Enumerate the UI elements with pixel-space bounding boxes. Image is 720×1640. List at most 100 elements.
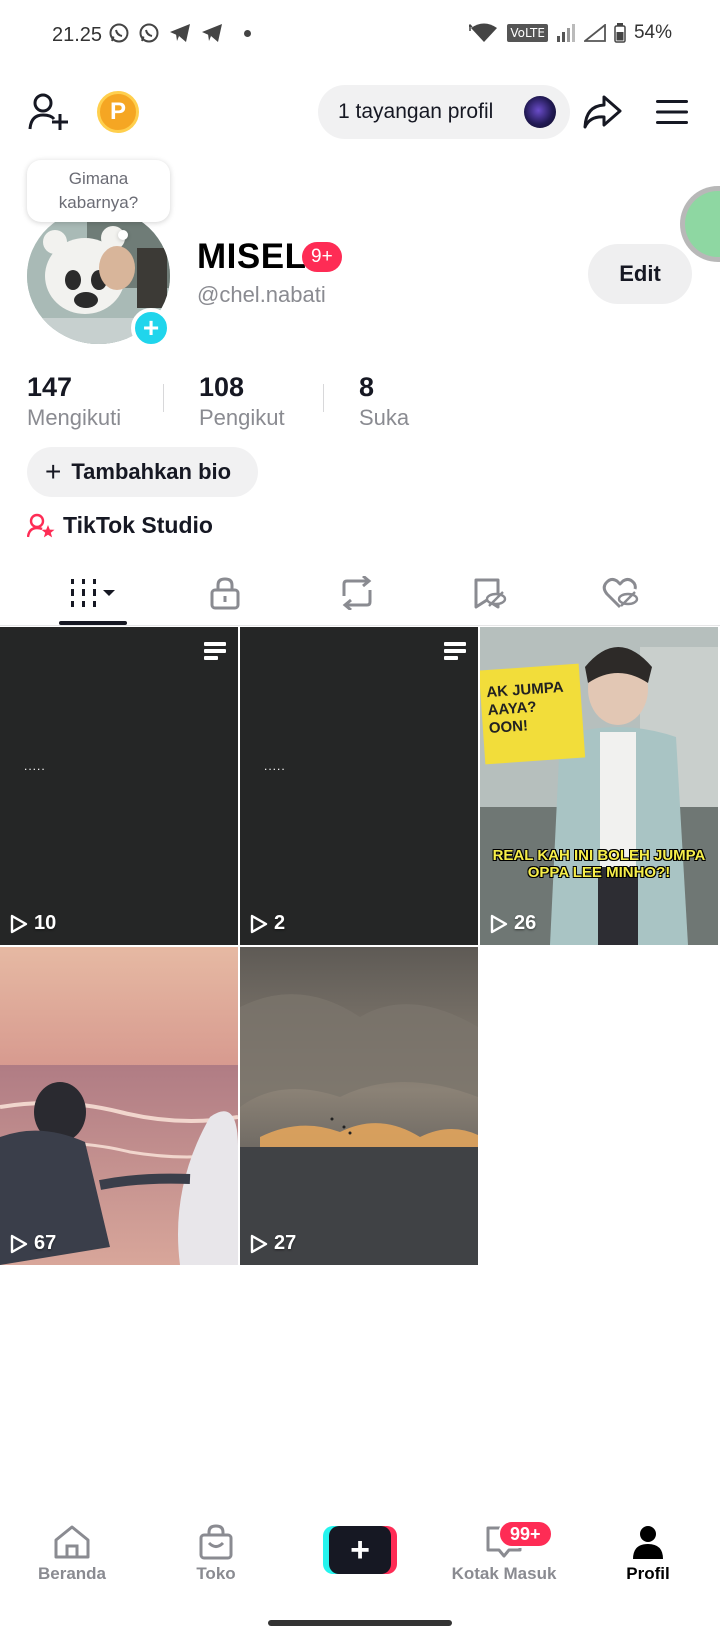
edit-profile-button[interactable]: Edit	[588, 244, 692, 304]
video-tile[interactable]: 27	[240, 947, 478, 1265]
more-notifications-icon	[244, 29, 251, 37]
share-button[interactable]	[578, 88, 626, 136]
profile-stats: 147 Mengikuti 108 Pengikut 8 Suka	[0, 372, 720, 438]
create-button[interactable]: +	[323, 1526, 397, 1574]
add-story-button[interactable]: +	[131, 308, 171, 348]
coin-icon: P	[97, 91, 139, 133]
tab-videos[interactable]	[28, 560, 158, 626]
status-time: 21.25	[52, 24, 103, 46]
video-tile[interactable]: ..... 2	[240, 627, 478, 945]
stat-divider	[163, 384, 164, 412]
creator-studio-icon	[27, 513, 55, 537]
add-person-icon	[28, 93, 68, 130]
notification-badge[interactable]: 9+	[302, 242, 342, 272]
tiktok-studio-link[interactable]: TikTok Studio	[27, 512, 213, 539]
videos-grid-icon	[71, 579, 115, 607]
video-tile[interactable]: AK JUMPA AAYA? OON! REAL KAH INI BOLEH J…	[480, 627, 718, 945]
telegram-icon	[170, 24, 190, 42]
add-bio-button[interactable]: + Tambahkan bio	[27, 447, 258, 497]
status-bubble[interactable]: Gimana kabarnya?	[27, 160, 170, 222]
play-icon	[250, 914, 268, 933]
battery-percentage: 54%	[633, 22, 672, 43]
play-icon	[10, 1234, 28, 1253]
tab-private[interactable]	[160, 560, 290, 626]
text-post-preview: .....	[264, 759, 286, 773]
active-tab-indicator	[59, 621, 127, 625]
home-icon	[54, 1525, 90, 1559]
view-count: 2	[250, 912, 285, 935]
liked-hidden-icon	[602, 577, 639, 609]
stat-value: 147	[27, 372, 73, 402]
video-thumbnail	[240, 947, 478, 1265]
text-post-icon	[444, 642, 466, 660]
tab-saved[interactable]	[424, 560, 554, 626]
nav-shop-label: Toko	[196, 1564, 236, 1583]
hamburger-menu-icon	[656, 100, 688, 124]
display-name: MISEL	[197, 237, 307, 276]
profile-views-label: 1 tayangan profil	[338, 100, 494, 123]
video-thumbnail	[0, 947, 238, 1265]
menu-button[interactable]	[648, 88, 696, 136]
text-post-preview: .....	[24, 759, 46, 773]
view-count: 26	[490, 912, 536, 935]
add-friend-button[interactable]	[24, 88, 72, 136]
play-icon	[250, 1234, 268, 1253]
view-count: 27	[250, 1232, 296, 1255]
stat-likes[interactable]: 8 Suka	[359, 372, 409, 431]
plus-icon: +	[142, 312, 160, 343]
stat-followers[interactable]: 108 Pengikut	[199, 372, 285, 431]
battery-icon	[614, 23, 626, 43]
stat-label: Mengikuti	[27, 405, 122, 430]
video-tile[interactable]: 67	[0, 947, 238, 1265]
status-bar: 21.25 VoLTE 54%	[0, 0, 720, 72]
nav-profile-label: Profil	[626, 1564, 670, 1583]
plus-icon: +	[45, 456, 62, 487]
video-caption: REAL KAH INI BOLEH JUMPA OPPA LEE MINHO?…	[492, 847, 706, 881]
stat-divider	[323, 384, 324, 412]
volte-indicator: VoLTE	[507, 24, 548, 42]
wifi-icon	[469, 23, 498, 42]
signal-icon	[556, 24, 575, 42]
plus-icon: +	[329, 1526, 391, 1574]
floating-side-handle[interactable]	[680, 186, 720, 262]
play-icon	[490, 914, 508, 933]
stat-label: Suka	[359, 405, 410, 430]
view-count: 10	[10, 912, 56, 935]
nav-home-label: Beranda	[37, 1564, 107, 1583]
inbox-badge: 99+	[498, 1520, 553, 1548]
view-count-value: 27	[274, 1232, 297, 1254]
play-icon	[10, 914, 28, 933]
bubble-tail	[118, 230, 128, 240]
view-count-value: 26	[514, 912, 537, 934]
tab-liked[interactable]	[556, 560, 686, 626]
share-icon	[583, 95, 622, 129]
nav-shop[interactable]: Toko	[156, 1524, 276, 1584]
notification-icons	[108, 22, 251, 44]
tab-reposts[interactable]	[292, 560, 422, 626]
nav-inbox-label: Kotak Masuk	[451, 1564, 557, 1583]
stat-value: 8	[359, 372, 375, 402]
stat-value: 108	[199, 372, 245, 402]
nav-profile[interactable]: Profil	[588, 1524, 708, 1584]
view-count-value: 10	[34, 912, 57, 934]
profile-views-button[interactable]: 1 tayangan profil	[318, 85, 570, 139]
nav-home[interactable]: Beranda	[12, 1524, 132, 1584]
repost-icon	[342, 576, 372, 610]
whatsapp-icon	[139, 23, 159, 43]
top-bar: P 1 tayangan profil	[0, 80, 720, 144]
stat-label: Pengikut	[199, 405, 285, 430]
lock-icon	[210, 577, 240, 610]
view-count-value: 2	[274, 912, 286, 934]
content-tabs	[0, 560, 720, 626]
viewer-avatar	[524, 96, 556, 128]
video-tile[interactable]: ..... 10	[0, 627, 238, 945]
tiktok-studio-label: TikTok Studio	[63, 512, 213, 538]
stat-following[interactable]: 147 Mengikuti	[27, 372, 121, 431]
signal-empty-icon	[583, 24, 606, 42]
username-handle: @chel.nabati	[197, 282, 326, 307]
bottom-navigation: Beranda Toko + Kotak Masuk Profil	[0, 1512, 720, 1612]
add-bio-label: Tambahkan bio	[71, 459, 232, 484]
whatsapp-icon	[109, 23, 129, 43]
home-indicator[interactable]	[268, 1620, 452, 1626]
coins-button[interactable]: P	[94, 88, 142, 136]
